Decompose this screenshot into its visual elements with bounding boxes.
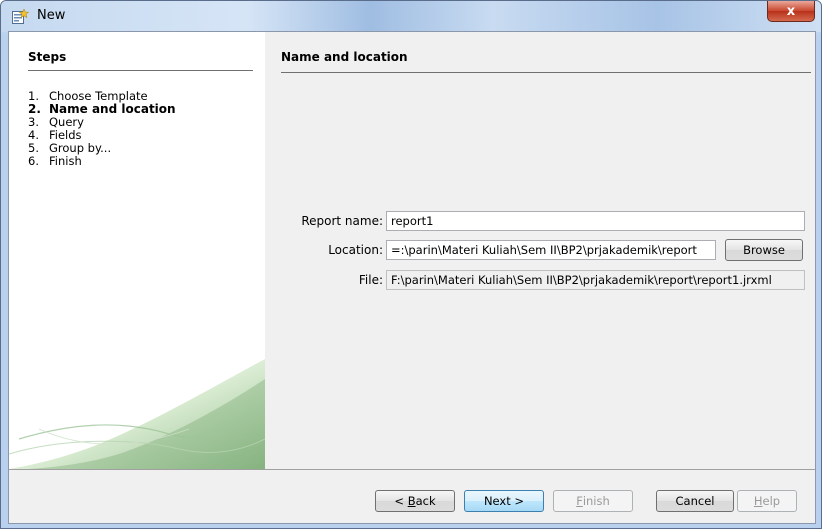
- report-name-input[interactable]: report1: [386, 211, 805, 231]
- steps-pane: Steps 1. Choose Template 2. Name and locat…: [9, 32, 265, 469]
- content-panel: Name and location Report name: report1 L…: [265, 32, 815, 469]
- wizard-window: New x Steps 1. Choose Template 2. Name and…: [0, 0, 822, 529]
- file-label: File:: [358, 273, 383, 287]
- app-icon: [12, 9, 29, 24]
- step-item-finish: 6. Finish: [28, 154, 82, 168]
- file-path-field: F:\parin\Materi Kuliah\Sem II\BP2\prjaka…: [386, 270, 805, 290]
- panel-title: Name and location: [281, 50, 408, 64]
- back-button[interactable]: < Back: [375, 490, 455, 512]
- window-title: New: [37, 8, 66, 23]
- close-icon: x: [786, 3, 796, 19]
- steps-header: Steps: [28, 50, 67, 64]
- title-bar[interactable]: New x: [1, 1, 821, 32]
- next-button[interactable]: Next >: [464, 490, 544, 512]
- finish-button[interactable]: Finish: [553, 490, 633, 512]
- footer-divider: [9, 469, 815, 470]
- report-name-label: Report name:: [301, 214, 383, 228]
- help-button[interactable]: Help: [737, 490, 797, 512]
- cancel-button[interactable]: Cancel: [656, 490, 734, 512]
- decorative-swoosh-graphic: [9, 359, 265, 469]
- location-input[interactable]: =:\parin\Materi Kuliah\Sem II\BP2\prjaka…: [386, 240, 716, 260]
- close-button[interactable]: x: [767, 1, 815, 22]
- location-label: Location:: [328, 243, 383, 257]
- browse-button[interactable]: Browse: [725, 239, 803, 261]
- wizard-client-area: Steps 1. Choose Template 2. Name and locat…: [8, 31, 816, 524]
- steps-divider: [28, 70, 253, 71]
- steps-list: 1. Choose Template 2. Name and location 3.…: [28, 90, 176, 168]
- panel-title-divider: [281, 72, 811, 73]
